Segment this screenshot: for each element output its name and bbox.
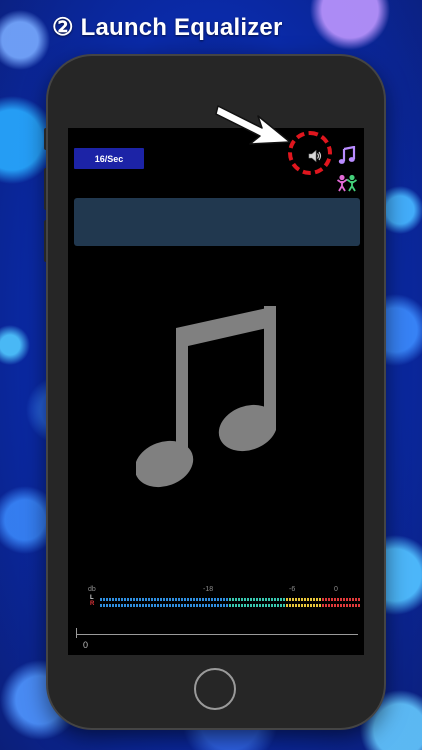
music-note-icon bbox=[136, 306, 276, 488]
level-meter: db -18 -6 0 L R bbox=[86, 586, 362, 610]
music-library-button[interactable] bbox=[337, 145, 357, 166]
people-button[interactable] bbox=[336, 174, 358, 192]
home-button[interactable] bbox=[194, 668, 236, 710]
right-channel-label: R bbox=[90, 601, 95, 607]
music-note-icon bbox=[338, 145, 356, 164]
app-screen: 16/Sec db -18 -6 0 L R 0 bbox=[68, 128, 364, 655]
meter-unit-label: db bbox=[88, 586, 96, 593]
meter-tick-label: 0 bbox=[334, 586, 338, 593]
people-icon bbox=[337, 174, 357, 192]
seek-thumb[interactable] bbox=[76, 628, 77, 638]
meter-tick-label: -18 bbox=[203, 586, 214, 593]
rate-button[interactable]: 16/Sec bbox=[74, 148, 144, 169]
equalizer-button[interactable] bbox=[305, 146, 325, 166]
arrow-icon bbox=[215, 105, 291, 145]
right-channel-meter bbox=[100, 604, 362, 607]
speaker-icon bbox=[308, 149, 322, 163]
page-title: ② Launch Equalizer bbox=[52, 14, 283, 41]
seek-bar[interactable] bbox=[76, 628, 358, 640]
seek-track bbox=[76, 634, 358, 635]
left-channel-meter bbox=[100, 598, 362, 601]
elapsed-time: 0 bbox=[83, 640, 89, 650]
track-info-bar bbox=[74, 198, 360, 246]
meter-tick-label: -6 bbox=[289, 586, 296, 593]
album-artwork bbox=[136, 306, 276, 488]
